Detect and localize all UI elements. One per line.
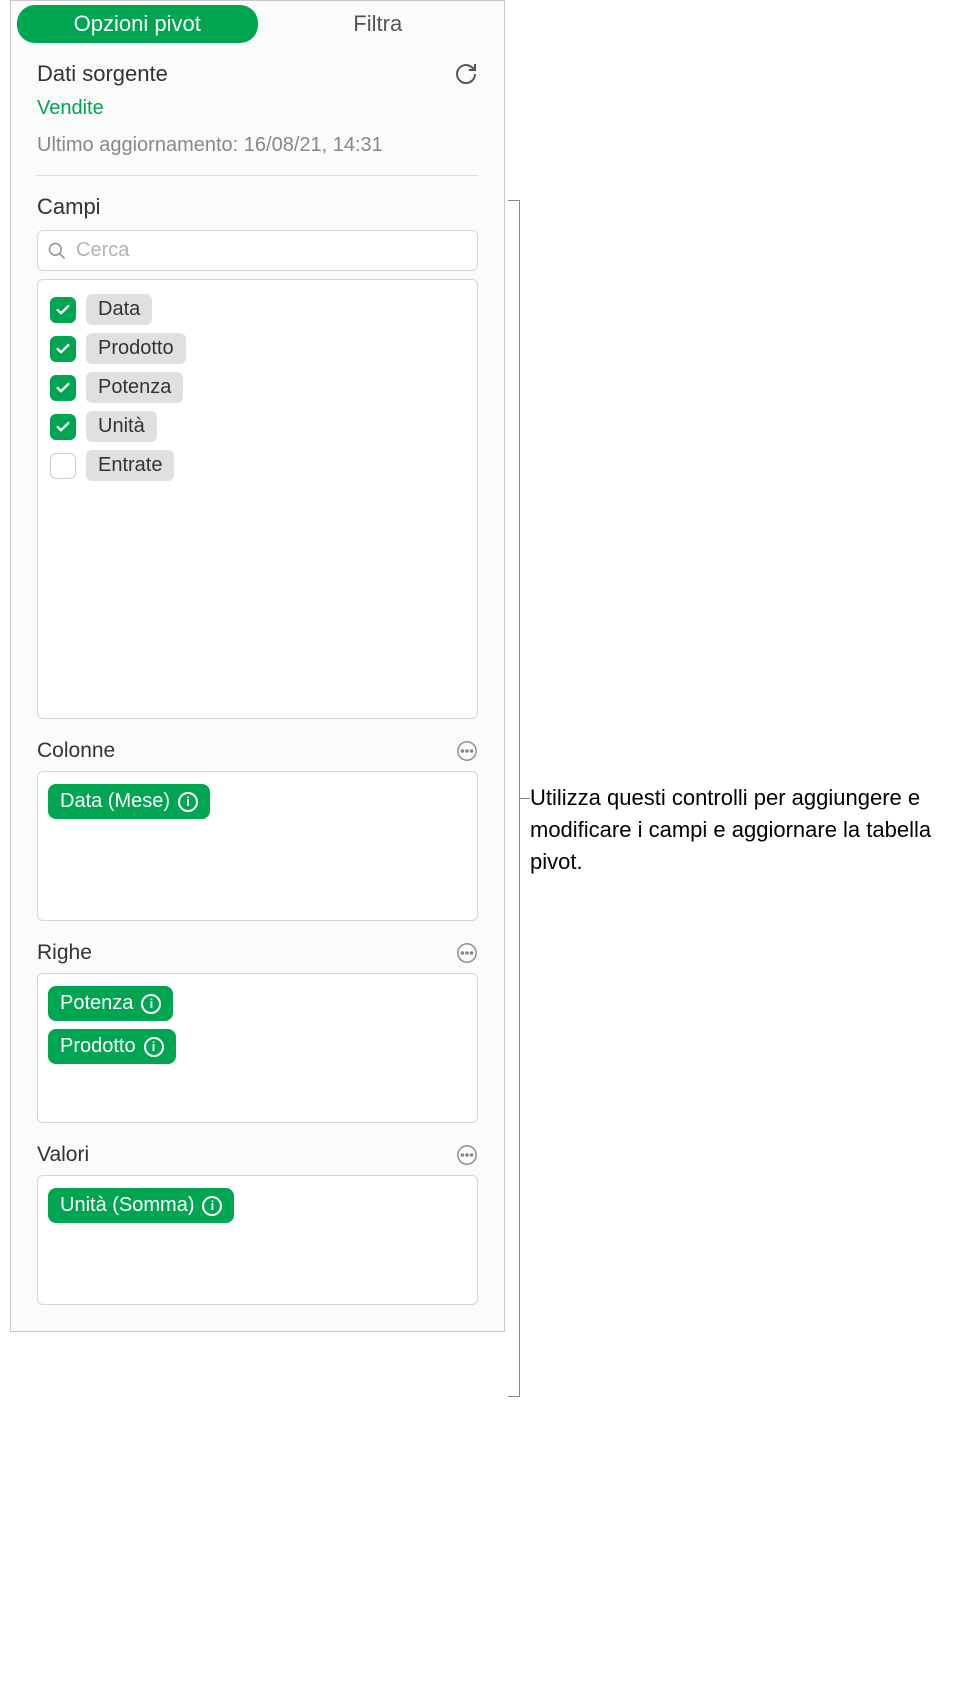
- field-checkbox[interactable]: [50, 297, 76, 323]
- columns-section: Colonne Data (Mese) i: [11, 719, 504, 921]
- field-chip[interactable]: Entrate: [86, 450, 174, 481]
- pivot-options-panel: Opzioni pivot Filtra Dati sorgente Vendi…: [10, 0, 505, 1332]
- info-icon[interactable]: i: [141, 994, 161, 1014]
- tab-bar: Opzioni pivot Filtra: [11, 1, 504, 43]
- source-last-updated: Ultimo aggiornamento: 16/08/21, 14:31: [37, 134, 478, 157]
- rows-header: Righe: [37, 941, 478, 965]
- field-checkbox[interactable]: [50, 336, 76, 362]
- callout-connector: [520, 798, 530, 799]
- field-chip[interactable]: Prodotto: [86, 333, 186, 364]
- columns-header: Colonne: [37, 739, 478, 763]
- pill-label: Unità (Somma): [60, 1194, 194, 1217]
- fields-section: Campi Data Prodotto Potenza Unità Entrate: [11, 176, 504, 719]
- rows-section: Righe Potenza i Prodotto i: [11, 921, 504, 1123]
- pill-label: Potenza: [60, 992, 133, 1015]
- values-dropzone[interactable]: Unità (Somma) i: [37, 1175, 478, 1305]
- values-title: Valori: [37, 1143, 89, 1167]
- tab-pivot-options[interactable]: Opzioni pivot: [17, 5, 258, 43]
- more-icon[interactable]: [456, 942, 478, 964]
- fields-label: Campi: [37, 194, 478, 220]
- callout-bracket: [508, 200, 520, 1397]
- source-table-name[interactable]: Vendite: [37, 97, 478, 120]
- field-row: Potenza: [48, 368, 467, 407]
- search-icon: [47, 241, 67, 261]
- info-icon[interactable]: i: [178, 792, 198, 812]
- more-icon[interactable]: [456, 740, 478, 762]
- field-checkbox[interactable]: [50, 414, 76, 440]
- field-row: Entrate: [48, 446, 467, 485]
- pill-label: Prodotto: [60, 1035, 136, 1058]
- field-pill[interactable]: Potenza i: [48, 986, 173, 1021]
- info-icon[interactable]: i: [202, 1196, 222, 1216]
- field-chip[interactable]: Data: [86, 294, 152, 325]
- field-row: Unità: [48, 407, 467, 446]
- search-input[interactable]: [37, 230, 478, 271]
- columns-dropzone[interactable]: Data (Mese) i: [37, 771, 478, 921]
- rows-title: Righe: [37, 941, 92, 965]
- source-header: Dati sorgente: [37, 61, 478, 87]
- source-section: Dati sorgente Vendite Ultimo aggiornamen…: [11, 43, 504, 157]
- field-checkbox[interactable]: [50, 453, 76, 479]
- values-header: Valori: [37, 1143, 478, 1167]
- field-chip[interactable]: Potenza: [86, 372, 183, 403]
- rows-dropzone[interactable]: Potenza i Prodotto i: [37, 973, 478, 1123]
- source-data-label: Dati sorgente: [37, 61, 168, 87]
- field-pill[interactable]: Prodotto i: [48, 1029, 176, 1064]
- field-row: Data: [48, 290, 467, 329]
- field-row: Prodotto: [48, 329, 467, 368]
- callout-text: Utilizza questi controlli per aggiungere…: [530, 782, 950, 878]
- field-pill[interactable]: Unità (Somma) i: [48, 1188, 234, 1223]
- pill-label: Data (Mese): [60, 790, 170, 813]
- values-section: Valori Unità (Somma) i: [11, 1123, 504, 1331]
- info-icon[interactable]: i: [144, 1037, 164, 1057]
- refresh-icon[interactable]: [454, 62, 478, 86]
- more-icon[interactable]: [456, 1144, 478, 1166]
- field-checkbox[interactable]: [50, 375, 76, 401]
- search-wrap: [37, 230, 478, 271]
- fields-list: Data Prodotto Potenza Unità Entrate: [37, 279, 478, 719]
- field-pill[interactable]: Data (Mese) i: [48, 784, 210, 819]
- tab-filter[interactable]: Filtra: [258, 5, 499, 43]
- field-chip[interactable]: Unità: [86, 411, 157, 442]
- columns-title: Colonne: [37, 739, 115, 763]
